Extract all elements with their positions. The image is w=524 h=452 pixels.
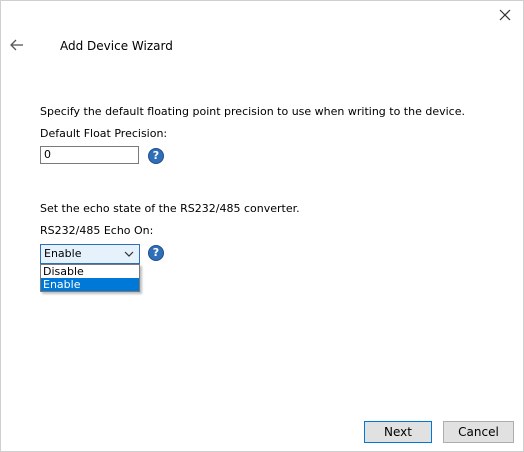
next-button[interactable]: Next — [364, 421, 432, 443]
wizard-title: Add Device Wizard — [60, 39, 173, 53]
echo-dropdown-list: Disable Enable — [40, 264, 140, 292]
precision-input[interactable]: 0 — [40, 146, 139, 164]
dropdown-option-disable[interactable]: Disable — [41, 265, 139, 278]
echo-select-value: Enable — [44, 247, 82, 260]
wizard-window: Add Device Wizard Specify the default fl… — [0, 0, 524, 452]
back-arrow-icon[interactable] — [9, 37, 25, 53]
precision-description: Specify the default floating point preci… — [40, 105, 465, 118]
echo-label: RS232/485 Echo On: — [40, 224, 154, 237]
close-icon[interactable] — [497, 7, 513, 23]
help-icon[interactable]: ? — [148, 148, 164, 164]
precision-label: Default Float Precision: — [40, 127, 168, 140]
echo-select[interactable]: Enable — [40, 244, 140, 264]
echo-description: Set the echo state of the RS232/485 conv… — [40, 202, 300, 215]
help-icon[interactable]: ? — [148, 245, 164, 261]
dropdown-option-enable[interactable]: Enable — [41, 278, 139, 291]
cancel-button[interactable]: Cancel — [443, 421, 514, 443]
chevron-down-icon — [124, 251, 134, 257]
